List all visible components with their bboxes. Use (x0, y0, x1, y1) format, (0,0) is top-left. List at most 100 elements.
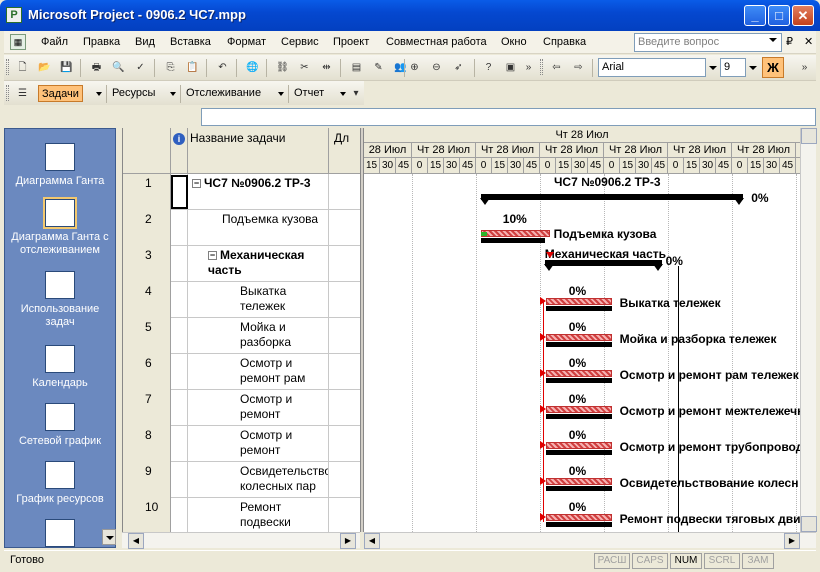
row-id-cell[interactable]: 6 (123, 354, 171, 390)
task-bar[interactable] (546, 442, 612, 449)
paste-icon[interactable]: 📋 (184, 59, 201, 76)
menu-project[interactable]: Проект (333, 36, 369, 48)
duration-cell[interactable] (329, 354, 360, 390)
row-id-cell[interactable]: 1 (123, 174, 171, 210)
split-task-icon[interactable]: ⇹ (318, 59, 335, 76)
show-guide-icon[interactable]: ☰ (14, 85, 31, 102)
scroll-left-icon[interactable]: ◀ (364, 533, 380, 549)
font-size-select[interactable]: 9 (720, 58, 746, 77)
menu-view[interactable]: Вид (135, 36, 155, 48)
menu-insert[interactable]: Вставка (170, 36, 211, 48)
menu-tools[interactable]: Сервис (281, 36, 319, 48)
table-row[interactable]: 4 Выкатка тележек (123, 282, 360, 318)
task-bar[interactable] (546, 298, 612, 305)
summary-bar[interactable] (480, 194, 744, 200)
menu-collaborate[interactable]: Совместная работа (386, 36, 487, 48)
table-row[interactable]: 3 − Механическая часть (123, 246, 360, 282)
toolbar-options-icon[interactable]: ▾ (350, 85, 362, 102)
duration-cell[interactable] (329, 318, 360, 354)
toolbar-options-icon[interactable]: » (520, 59, 537, 76)
task-name-cell[interactable]: Выкатка тележек (188, 282, 329, 318)
menu-format[interactable]: Формат (227, 36, 266, 48)
table-row[interactable]: 1 − ЧС7 №0906.2 ТР-3 (123, 174, 360, 210)
maximize-button[interactable]: □ (768, 5, 790, 26)
task-name-cell[interactable]: − ЧС7 №0906.2 ТР-3 (188, 174, 329, 210)
scroll-right-icon[interactable]: ▶ (340, 533, 356, 549)
indicators-header[interactable]: i (171, 128, 188, 174)
table-row[interactable]: 2 Подъемка кузова (123, 210, 360, 246)
toolbar-grip[interactable] (6, 59, 9, 75)
menu-edit[interactable]: Правка (83, 36, 120, 48)
view-calendar[interactable]: Календарь (5, 345, 115, 390)
report-guide-button[interactable]: Отчет (294, 85, 324, 102)
help-dropdown-arrow-icon[interactable] (769, 38, 777, 42)
row-id-cell[interactable]: 7 (123, 390, 171, 426)
tasks-dropdown-arrow-icon[interactable] (96, 92, 102, 96)
scroll-right-icon[interactable]: ▶ (784, 533, 800, 549)
indent-right-icon[interactable]: ⇨ (570, 59, 587, 76)
zoom-in-icon[interactable]: ⊕ (406, 59, 423, 76)
scroll-up-icon[interactable] (801, 128, 817, 144)
font-dropdown-arrow-icon[interactable] (706, 58, 719, 77)
scroll-left-icon[interactable]: ◀ (128, 533, 144, 549)
task-notes-icon[interactable]: ✎ (370, 59, 387, 76)
menu-window[interactable]: Окно (501, 36, 527, 48)
view-more[interactable] (5, 519, 115, 547)
row-id-cell[interactable]: 2 (123, 210, 171, 246)
task-bar[interactable] (546, 514, 612, 521)
duration-cell[interactable] (329, 282, 360, 318)
link-tasks-icon[interactable]: ⛓ (274, 59, 291, 76)
print-preview-icon[interactable]: 🔍 (110, 59, 127, 76)
collapse-toggle-icon[interactable]: − (192, 179, 201, 188)
print-icon[interactable]: 🖶 (88, 59, 105, 76)
sheet-horizontal-scrollbar[interactable]: ◀ ▶ (122, 532, 360, 549)
duration-cell[interactable] (329, 462, 360, 498)
tracking-guide-button[interactable]: Отслеживание (186, 85, 261, 102)
task-bar[interactable] (546, 478, 612, 485)
task-bar[interactable] (546, 334, 612, 341)
table-row[interactable]: 6 Осмотр и ремонт рам (123, 354, 360, 390)
task-name-cell[interactable]: Подъемка кузова (188, 210, 329, 246)
duration-cell[interactable] (329, 246, 360, 282)
copy-picture-icon[interactable]: ▣ (502, 59, 519, 76)
toolbar-grip[interactable] (6, 85, 9, 101)
size-dropdown-arrow-icon[interactable] (746, 58, 759, 77)
table-row[interactable]: 5 Мойка и разборка (123, 318, 360, 354)
summary-bar[interactable] (544, 260, 662, 266)
task-bar[interactable] (480, 230, 550, 237)
menu-file[interactable]: Файл (41, 36, 68, 48)
menu-help[interactable]: Справка (543, 36, 586, 48)
task-bar[interactable] (546, 406, 612, 413)
view-network-diagram[interactable]: Сетевой график (5, 403, 115, 448)
undo-icon[interactable]: ↶ (214, 59, 231, 76)
row-id-cell[interactable]: 3 (123, 246, 171, 282)
bold-button[interactable]: Ж (762, 57, 784, 78)
document-menu-icon[interactable]: ▦ (10, 34, 26, 50)
view-task-usage[interactable]: Использование задач (5, 271, 115, 329)
table-row[interactable]: 8 Осмотр и ремонт (123, 426, 360, 462)
go-to-task-icon[interactable]: ➶ (450, 59, 467, 76)
gantt-horizontal-scrollbar[interactable]: ◀ ▶ (364, 532, 816, 549)
task-name-cell[interactable]: Осмотр и ремонт (188, 426, 329, 462)
unlink-tasks-icon[interactable]: ✂ (296, 59, 313, 76)
tracking-dropdown-arrow-icon[interactable] (278, 92, 284, 96)
collapse-toggle-icon[interactable]: − (208, 251, 217, 260)
close-button[interactable]: ✕ (792, 5, 814, 26)
task-name-cell[interactable]: Освидетельство колесных пар (188, 462, 329, 498)
minimize-button[interactable]: _ (744, 5, 766, 26)
view-tracking-gantt[interactable]: Диаграмма Ганта с отслеживанием (5, 199, 115, 257)
duration-cell[interactable] (329, 498, 360, 532)
view-bar-scroll-down-icon[interactable] (102, 529, 116, 545)
row-id-cell[interactable]: 8 (123, 426, 171, 462)
spelling-icon[interactable]: ✓ (132, 59, 149, 76)
task-name-cell[interactable]: − Механическая часть (188, 246, 329, 282)
resources-dropdown-arrow-icon[interactable] (170, 92, 176, 96)
task-name-cell[interactable]: Осмотр и ремонт рам (188, 354, 329, 390)
task-name-cell[interactable]: Осмотр и ремонт (188, 390, 329, 426)
help-question-input[interactable]: Введите вопрос (634, 33, 782, 52)
task-name-cell[interactable]: Мойка и разборка (188, 318, 329, 354)
report-dropdown-arrow-icon[interactable] (340, 92, 346, 96)
row-id-cell[interactable]: 5 (123, 318, 171, 354)
vertical-scrollbar[interactable] (800, 128, 817, 532)
task-info-icon[interactable]: ▤ (348, 59, 365, 76)
